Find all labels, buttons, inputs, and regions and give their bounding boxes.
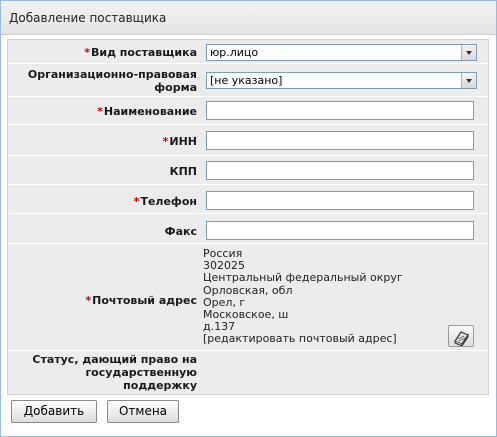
address-line: Орловская, обл: [203, 283, 293, 297]
address-line: Центральный федеральный округ: [203, 271, 403, 285]
required-mark: *: [84, 46, 90, 59]
postal-address-label: *Почтовый адрес: [85, 294, 197, 307]
supplier-type-label: *Вид поставщика: [84, 46, 197, 59]
postal-address-block: Россия 302025 Центральный федеральный ок…: [203, 247, 483, 346]
row-phone: *Телефон: [8, 185, 488, 214]
dialog-title: Добавление поставщика: [9, 11, 167, 25]
row-status: Статус, дающий право на государственную …: [8, 351, 488, 394]
inn-label: *ИНН: [162, 135, 197, 148]
address-book-icon: [454, 331, 469, 347]
fax-input[interactable]: [206, 221, 474, 240]
add-button[interactable]: Добавить: [11, 400, 97, 423]
row-inn: *ИНН: [8, 125, 488, 156]
supplier-type-select[interactable]: юр.лицо: [206, 44, 477, 61]
inn-input[interactable]: [206, 131, 474, 150]
row-name: *Наименование: [8, 97, 488, 125]
address-book-button[interactable]: [448, 325, 474, 347]
phone-input[interactable]: [206, 191, 474, 210]
phone-label: *Телефон: [133, 195, 197, 208]
row-legal-form: Организационно-правовая форма [не указан…: [8, 64, 488, 97]
name-input[interactable]: [206, 101, 474, 120]
chevron-down-icon[interactable]: [461, 73, 476, 88]
name-label: *Наименование: [97, 105, 197, 118]
status-label: Статус, дающий право на государственную …: [32, 353, 197, 392]
edit-postal-address-link[interactable]: [редактировать почтовый адрес]: [203, 332, 397, 345]
legal-form-value: [не указано]: [210, 74, 283, 87]
supplier-form: *Вид поставщика юр.лицо Организационно-п…: [7, 39, 489, 395]
row-fax: Факс: [8, 214, 488, 244]
address-line: Московское, ш: [203, 308, 289, 322]
supplier-type-value: юр.лицо: [210, 46, 259, 59]
kpp-label: КПП: [169, 165, 197, 178]
row-kpp: КПП: [8, 156, 488, 185]
chevron-down-icon[interactable]: [461, 45, 476, 60]
cancel-button[interactable]: Отмена: [107, 400, 179, 423]
address-line: Россия: [203, 247, 243, 260]
dialog-buttons: Добавить Отмена: [1, 395, 496, 436]
add-supplier-dialog: Добавление поставщика *Вид поставщика юр…: [0, 0, 497, 437]
dialog-titlebar[interactable]: Добавление поставщика: [1, 1, 496, 35]
legal-form-select[interactable]: [не указано]: [206, 72, 477, 89]
row-supplier-type: *Вид поставщика юр.лицо: [8, 40, 488, 64]
kpp-input[interactable]: [206, 161, 474, 180]
fax-label: Факс: [164, 225, 197, 238]
legal-form-label: Организационно-правовая форма: [27, 68, 197, 94]
